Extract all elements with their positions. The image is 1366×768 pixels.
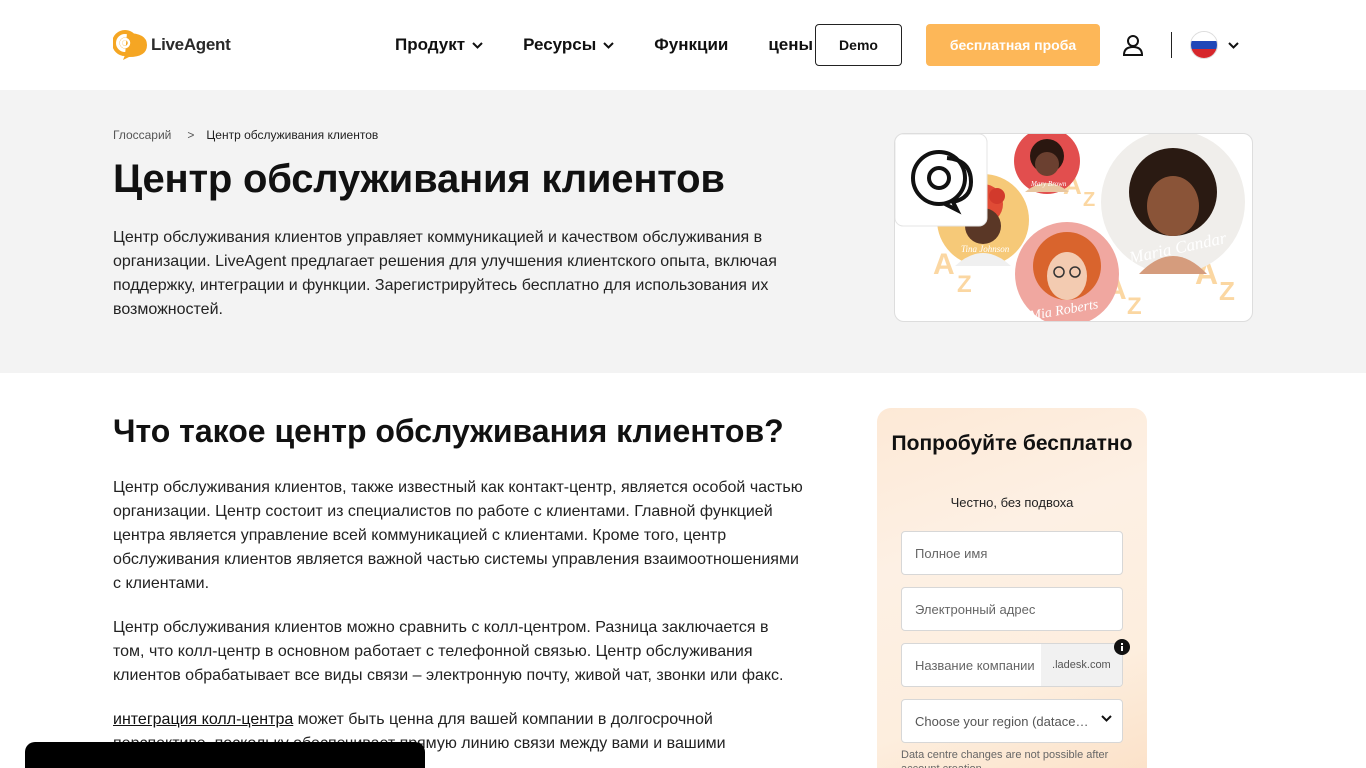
nav-item-label: цены xyxy=(768,35,814,54)
page-title: Центр обслуживания клиентов xyxy=(113,157,725,201)
chevron-down-icon xyxy=(603,41,614,49)
signup-subtitle: Честно, без подвоха xyxy=(950,495,1074,510)
nav-item-resources[interactable]: Ресурсы xyxy=(523,35,614,55)
logo-text: LiveAgent xyxy=(151,35,231,54)
site-header: LiveAgent Продукт Ресурсы Функции цены D… xyxy=(0,0,1366,90)
company-name-placeholder: Название компании xyxy=(915,657,1035,673)
language-selector[interactable] xyxy=(1190,30,1240,60)
hero-description: Центр обслуживания клиентов управляет ко… xyxy=(113,229,777,318)
svg-text:Z: Z xyxy=(957,271,972,298)
bottom-popup-bar[interactable] xyxy=(25,742,425,768)
full-name-placeholder: Полное имя xyxy=(915,545,988,561)
nav-item-product[interactable]: Продукт xyxy=(395,35,483,55)
region-note: Data centre changes are not possible aft… xyxy=(901,749,1109,768)
free-trial-button[interactable]: бесплатная проба xyxy=(926,24,1100,66)
nav-item-pricing[interactable]: цены xyxy=(768,35,813,55)
paragraph-definition: Центр обслуживания клиентов, также извес… xyxy=(113,479,803,592)
liveagent-logo[interactable]: LiveAgent xyxy=(113,29,231,61)
nav-item-label: Ресурсы xyxy=(523,35,597,54)
nav-item-label: Продукт xyxy=(395,35,466,54)
header-divider xyxy=(1171,32,1172,58)
logo-icon xyxy=(113,30,147,60)
user-icon[interactable] xyxy=(1122,34,1144,56)
main-nav: Продукт Ресурсы Функции цены xyxy=(395,24,813,66)
region-placeholder: Choose your region (datacenter) xyxy=(915,713,1092,729)
nav-item-features[interactable]: Функции xyxy=(654,35,728,55)
call-center-integration-link[interactable]: интеграция колл-центра xyxy=(113,711,293,728)
nav-item-label: Функции xyxy=(654,35,729,54)
email-field[interactable]: Электронный адрес xyxy=(901,587,1123,631)
full-name-field[interactable]: Полное имя xyxy=(901,531,1123,575)
section-title: Что такое центр обслуживания клиентов? xyxy=(113,413,784,449)
hero-section: Глоссарий > Центр обслуживания клиентов … xyxy=(0,90,1366,373)
signup-title: Попробуйте бесплатно xyxy=(891,432,1133,455)
breadcrumb-separator: > xyxy=(187,128,195,142)
demo-button[interactable]: Demo xyxy=(815,24,902,66)
russian-flag-icon xyxy=(1190,31,1218,59)
chevron-down-icon xyxy=(1101,715,1112,722)
svg-text:Z: Z xyxy=(1083,189,1095,211)
paragraph-comparison: Центр обслуживания клиентов можно сравни… xyxy=(113,619,784,684)
chevron-down-icon xyxy=(1228,41,1239,49)
breadcrumb: Глоссарий > Центр обслуживания клиентов xyxy=(113,128,378,142)
breadcrumb-glossary-link[interactable]: Глоссарий xyxy=(113,128,171,142)
agents-illustration: AZ AZ AZ AZ Tina Johnson Mary Brown xyxy=(895,134,1245,321)
info-icon[interactable] xyxy=(1114,639,1130,655)
chevron-down-icon xyxy=(472,41,483,49)
signup-card: Попробуйте бесплатно Честно, без подвоха… xyxy=(877,408,1147,768)
region-select[interactable]: Choose your region (datacenter) xyxy=(901,699,1123,743)
breadcrumb-current: Центр обслуживания клиентов xyxy=(206,128,379,142)
email-placeholder: Электронный адрес xyxy=(915,601,1036,617)
hero-illustration: AZ AZ AZ AZ Tina Johnson Mary Brown xyxy=(894,133,1253,322)
agent-name-tina: Tina Johnson xyxy=(961,244,1010,254)
svg-text:Z: Z xyxy=(1219,276,1235,306)
agent-name-mary: Mary Brown xyxy=(1030,180,1067,188)
svg-text:Z: Z xyxy=(1127,293,1142,320)
company-name-field[interactable]: Название компании .ladesk.com xyxy=(901,643,1123,687)
domain-suffix: .ladesk.com xyxy=(1040,644,1122,686)
